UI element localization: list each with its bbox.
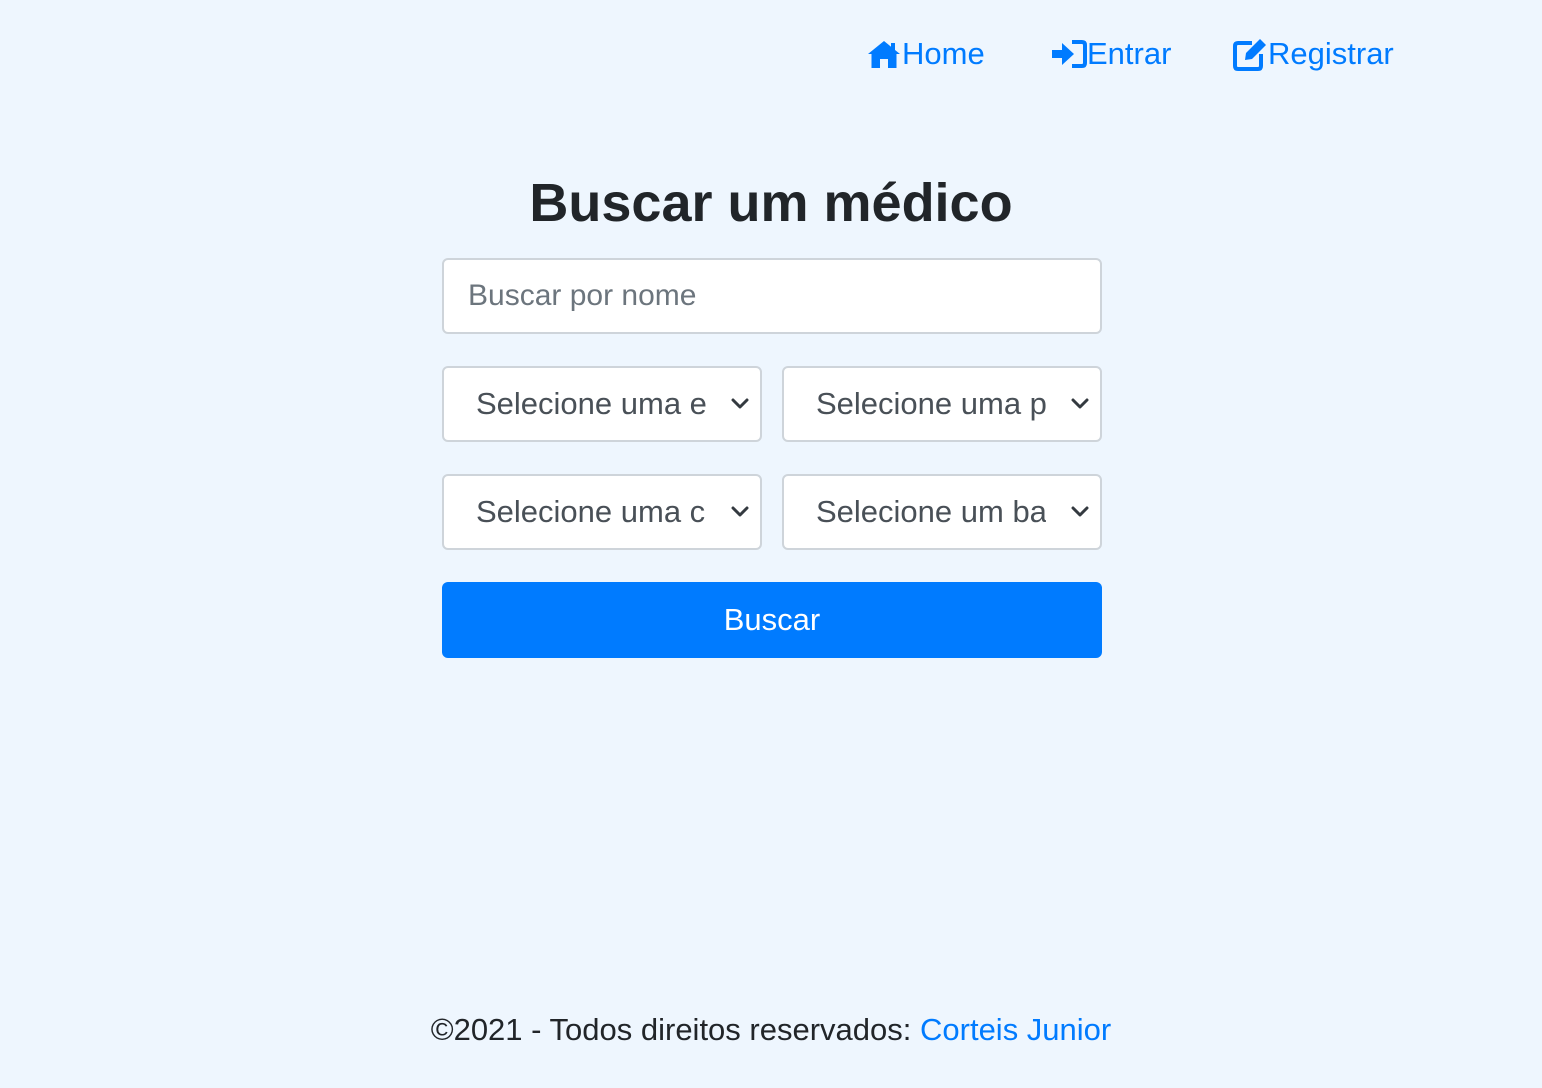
page-title: Buscar um médico (529, 173, 1013, 233)
footer-copyright: ©2021 - Todos direitos reservados: (430, 1012, 912, 1047)
neighborhood-select[interactable]: Selecione um ba (782, 474, 1102, 550)
nav-home-link[interactable]: Home (866, 36, 985, 72)
specialty-select-value: Selecione uma e (476, 386, 706, 421)
nav-register-link[interactable]: Registrar (1232, 36, 1394, 72)
nav-login-link[interactable]: Entrar (1051, 36, 1171, 72)
chevron-down-icon (1068, 500, 1092, 524)
city-select[interactable]: Selecione uma c (442, 474, 762, 550)
plan-select-value: Selecione uma p (816, 386, 1046, 421)
home-icon (866, 36, 902, 72)
name-search-input[interactable] (442, 258, 1102, 334)
top-navigation: Home Entrar Registrar (0, 36, 1542, 76)
neighborhood-select-value: Selecione um ba (816, 494, 1046, 529)
chevron-down-icon (1068, 392, 1092, 416)
plan-select[interactable]: Selecione uma p (782, 366, 1102, 442)
city-select-value: Selecione uma c (476, 494, 706, 529)
footer: ©2021 - Todos direitos reservados: Corte… (0, 1012, 1542, 1048)
sign-in-icon (1051, 36, 1087, 72)
nav-register-label: Registrar (1268, 36, 1394, 71)
footer-author-link[interactable]: Corteis Junior (920, 1012, 1111, 1047)
search-button[interactable]: Buscar (442, 582, 1102, 658)
nav-login-label: Entrar (1087, 36, 1172, 71)
chevron-down-icon (728, 500, 752, 524)
nav-home-label: Home (902, 36, 985, 71)
edit-icon (1232, 36, 1268, 72)
specialty-select[interactable]: Selecione uma e (442, 366, 762, 442)
chevron-down-icon (728, 392, 752, 416)
